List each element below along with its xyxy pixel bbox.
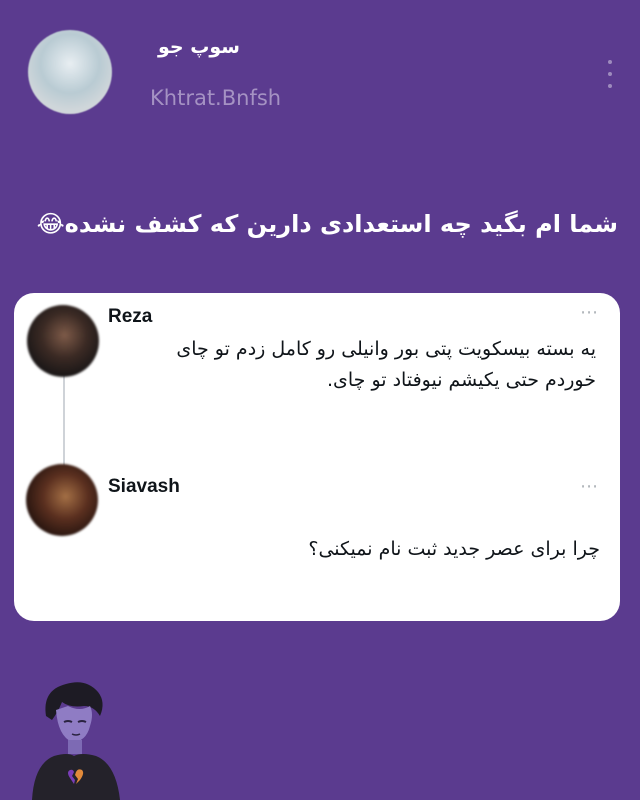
- reply-line: چرا برای عصر جدید ثبت نام نمیکنی؟: [308, 538, 600, 560]
- reply-line: خوردم حتی یکیشم نیوفتاد تو چای.: [326, 369, 596, 391]
- display-name[interactable]: سوپ جو: [158, 36, 240, 58]
- reply-text-reza: یه بسته بیسکویت پتی بور وانیلی رو کامل ز…: [150, 334, 596, 396]
- reply-avatar-reza: [27, 305, 99, 377]
- channel-logo: [24, 676, 124, 800]
- thread-connector-line: [63, 372, 65, 470]
- username[interactable]: Khtrat.Bnfsh: [150, 86, 281, 110]
- kebab-menu-icon[interactable]: [604, 60, 616, 88]
- more-dots-icon: ⋯: [580, 302, 599, 323]
- reply-line: یه بسته بیسکویت پتی بور وانیلی رو کامل ز…: [176, 338, 596, 360]
- post-caption: شما ام بگید چه استعدادی دارین که کشف نشد…: [36, 210, 618, 238]
- reply-text-siavash: چرا برای عصر جدید ثبت نام نمیکنی؟: [300, 534, 600, 565]
- reply-avatar-siavash: [26, 464, 98, 536]
- profile-avatar[interactable]: [28, 30, 112, 114]
- reply-author-reza: Reza: [108, 306, 153, 327]
- more-dots-icon: ⋯: [580, 476, 599, 497]
- reply-author-siavash: Siavash: [108, 476, 180, 497]
